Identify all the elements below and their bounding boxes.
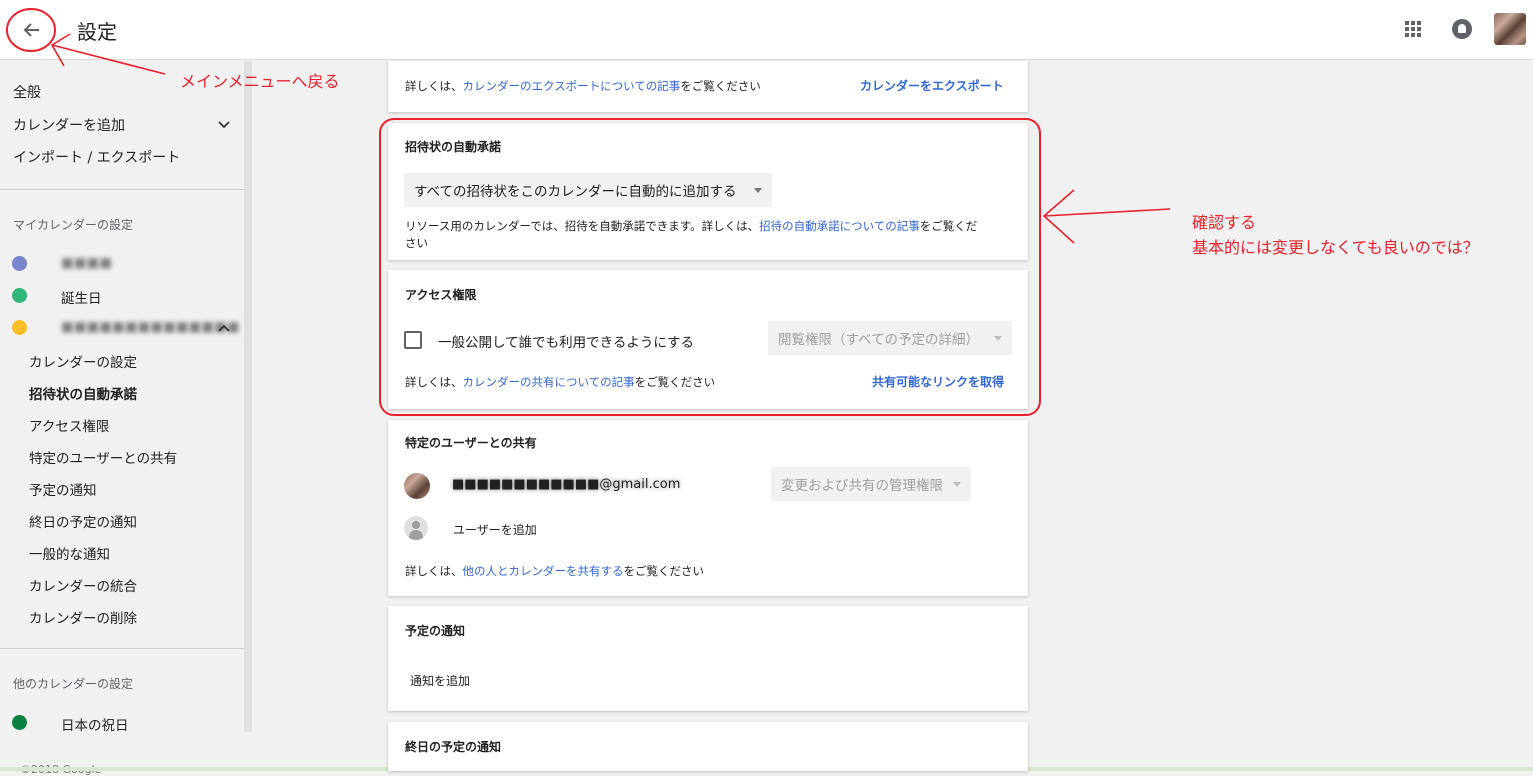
back-arrow-line — [51, 44, 166, 75]
annotation-check-line1: 確認する — [1192, 213, 1257, 232]
back-arrowhead — [50, 33, 71, 67]
annotation-check-line2: 基本的には変更しなくても良いのでは？ — [1192, 238, 1479, 257]
settings-highlight-box — [379, 118, 1041, 416]
annotation-overlay — [6, 8, 1171, 416]
back-highlight-circle — [6, 8, 56, 52]
check-arrow-line — [1043, 208, 1171, 217]
annotation-back-note: メインメニューへ戻る — [180, 72, 340, 91]
